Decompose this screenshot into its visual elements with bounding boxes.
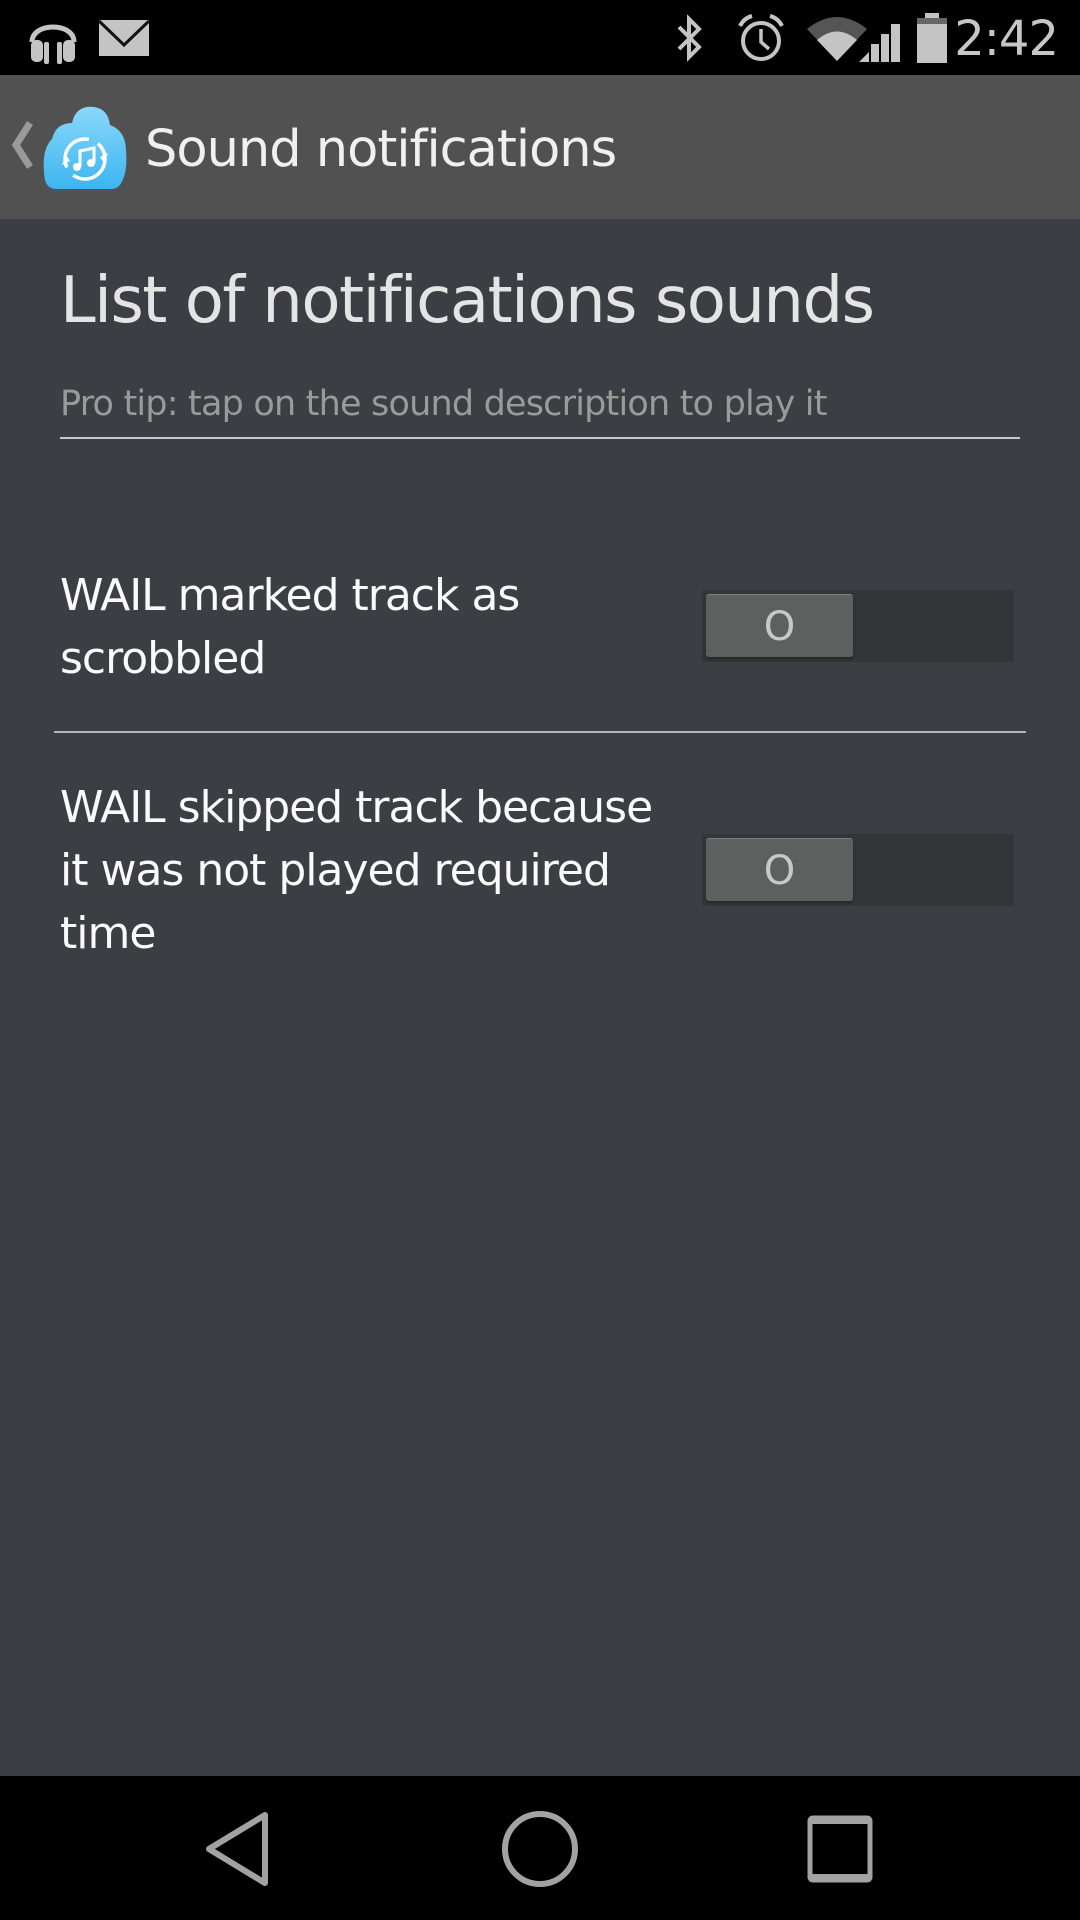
sound-description[interactable]: WAIL skipped track because it was not pl… (60, 776, 660, 965)
status-clock: 2:42 (954, 11, 1059, 67)
signal-icon (858, 0, 904, 75)
alarm-icon (733, 0, 789, 75)
mail-icon (98, 0, 150, 75)
toggle-thumb: O (706, 594, 853, 657)
recents-icon (807, 1815, 873, 1888)
action-bar: Sound notifications (0, 75, 1080, 219)
home-button[interactable] (485, 1806, 595, 1896)
navigation-bar (0, 1776, 1080, 1920)
sound-toggle[interactable]: O (702, 834, 1014, 906)
sound-toggle[interactable]: O (702, 590, 1014, 662)
sound-description[interactable]: WAIL marked track as scrobbled (60, 564, 660, 690)
toggle-thumb: O (706, 838, 853, 901)
headphones-icon (28, 0, 78, 75)
battery-icon (915, 0, 949, 75)
back-button[interactable] (183, 1806, 293, 1896)
recents-button[interactable] (785, 1806, 895, 1896)
cloud-music-sync-icon (42, 101, 128, 191)
status-bar: 2:42 (0, 0, 1080, 75)
list-divider (54, 731, 1026, 733)
page-heading: List of notifications sounds (60, 264, 875, 338)
pro-tip-text: Pro tip: tap on the sound description to… (60, 384, 827, 424)
bluetooth-icon (670, 0, 710, 75)
up-navigation-button[interactable] (0, 75, 135, 219)
back-icon (203, 1811, 273, 1892)
chevron-left-icon (10, 120, 34, 170)
home-icon (500, 1809, 580, 1894)
action-bar-title: Sound notifications (145, 120, 617, 179)
heading-divider (60, 437, 1020, 439)
